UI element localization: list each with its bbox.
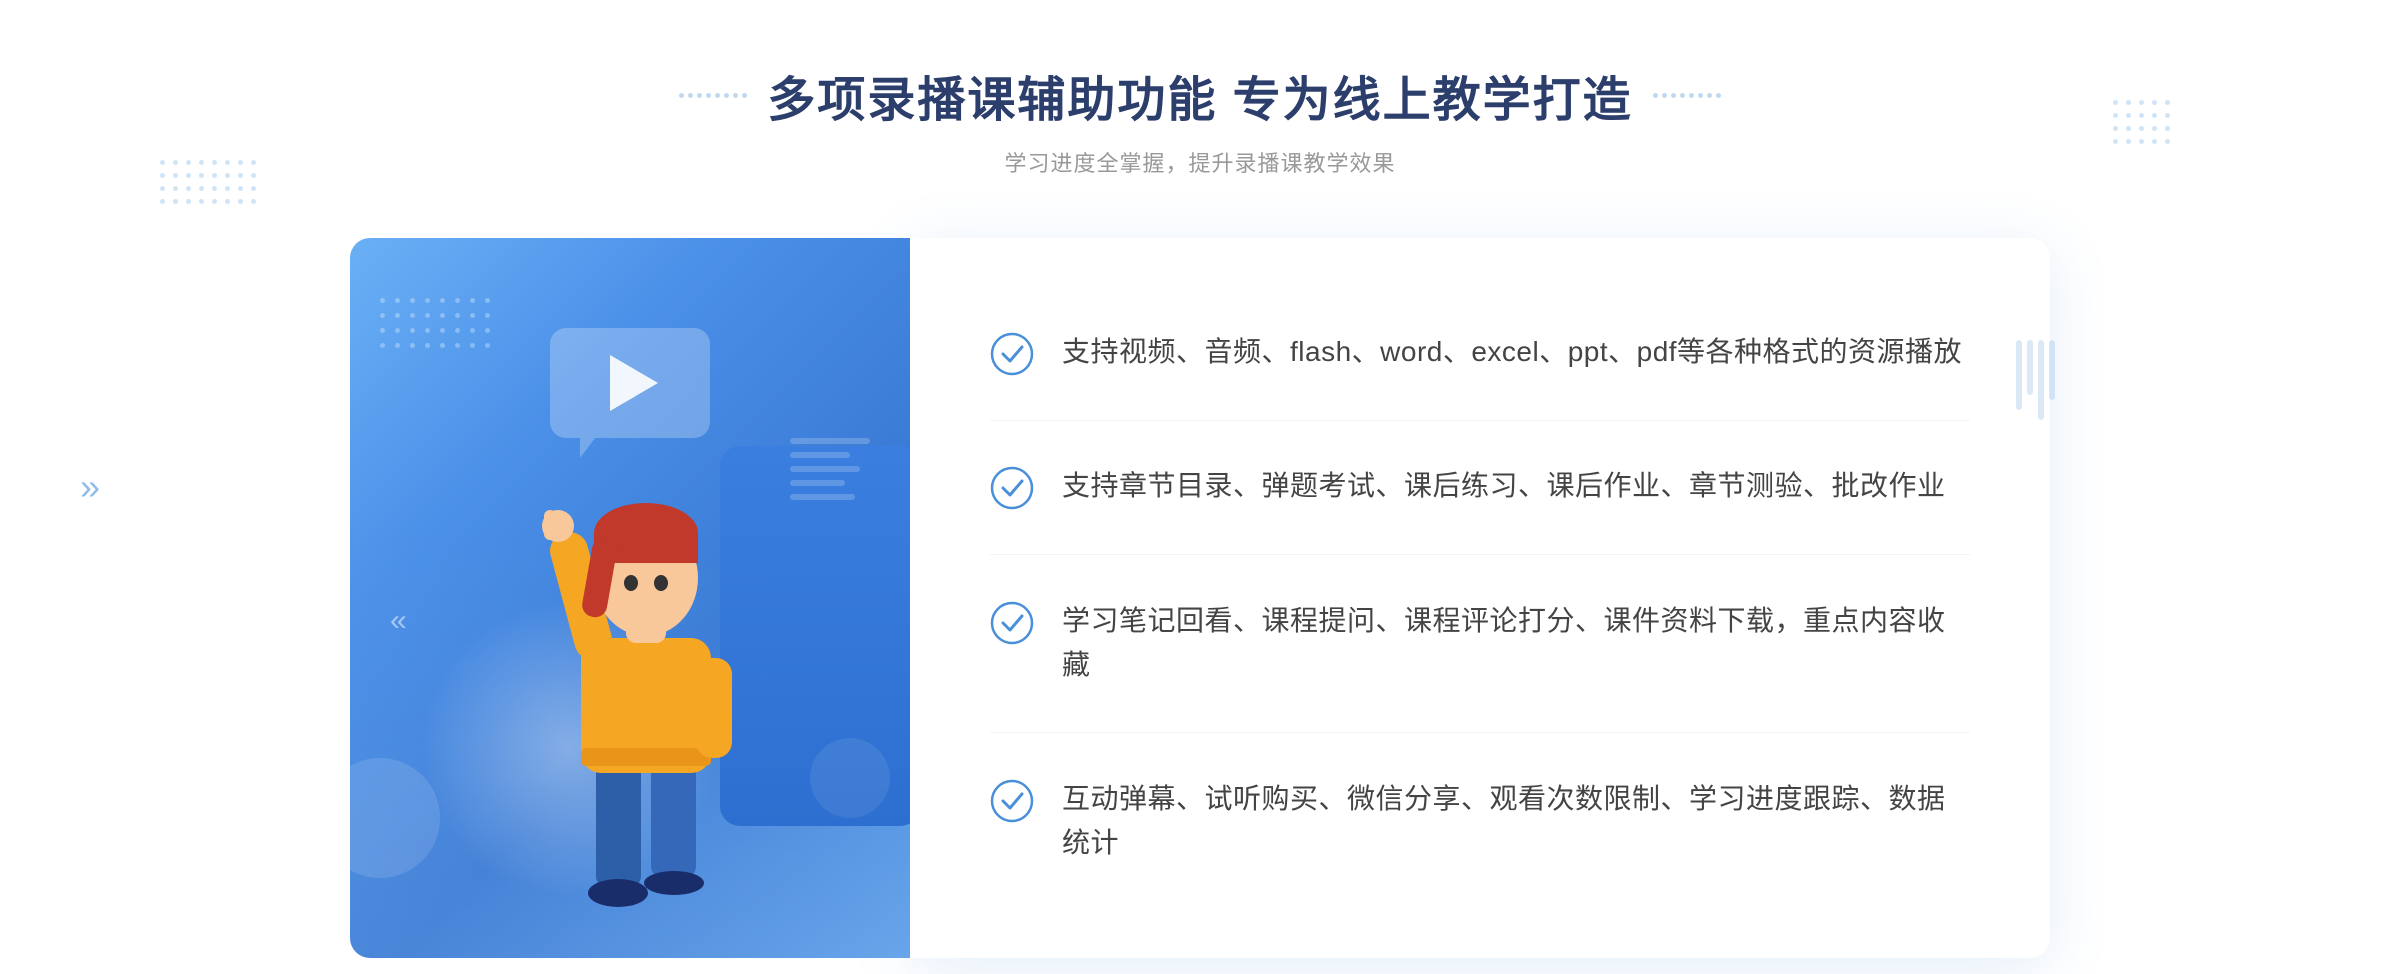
header-section: 多项录播课辅助功能 专为线上教学打造 学习进度全掌握，提升录播课教学效果 [679, 60, 1720, 178]
feature-divider-2 [990, 554, 1970, 555]
illustration-panel: « [350, 238, 910, 958]
feature-divider-1 [990, 420, 1970, 421]
feature-item-3: 学习笔记回看、课程提问、课程评论打分、课件资料下载，重点内容收藏 [990, 579, 1970, 709]
dot-decoration-left [160, 160, 256, 204]
arrow-deco: « [390, 604, 397, 638]
dot-decoration-right [2113, 100, 2170, 144]
dot-grid-overlay [380, 298, 490, 348]
stripe-decoration-right [2016, 340, 2055, 420]
feature-item-4: 互动弹幕、试听购买、微信分享、观看次数限制、学习进度跟踪、数据统计 [990, 757, 1970, 887]
content-area: « [350, 238, 2050, 958]
feature-divider-3 [990, 732, 1970, 733]
speech-bubble [550, 328, 710, 438]
chevron-left-icon: » [80, 466, 92, 508]
check-circle-icon-4 [990, 779, 1034, 823]
feature-item-2: 支持章节目录、弹题考试、课后练习、课后作业、章节测验、批改作业 [990, 444, 1970, 530]
page-container: » 多项录播课辅助功能 专为线上教学打造 学习进度全掌握，提升录播课教学效果 [0, 0, 2400, 974]
page-title: 多项录播课辅助功能 专为线上教学打造 [767, 60, 1632, 130]
feature-text-3: 学习笔记回看、课程提问、课程评论打分、课件资料下载，重点内容收藏 [1062, 599, 1970, 689]
deco-circle-2 [810, 738, 890, 818]
play-button-container [550, 328, 710, 438]
title-row: 多项录播课辅助功能 专为线上教学打造 [679, 60, 1720, 130]
check-circle-icon-3 [990, 601, 1034, 645]
feature-text-2: 支持章节目录、弹题考试、课后练习、课后作业、章节测验、批改作业 [1062, 464, 1946, 509]
page-subtitle: 学习进度全掌握，提升录播课教学效果 [679, 146, 1720, 178]
features-panel: 支持视频、音频、flash、word、excel、ppt、pdf等各种格式的资源… [910, 238, 2050, 958]
figure-illustration [486, 438, 806, 958]
check-circle-icon-1 [990, 332, 1034, 376]
title-decoration-left [679, 93, 747, 98]
feature-text-4: 互动弹幕、试听购买、微信分享、观看次数限制、学习进度跟踪、数据统计 [1062, 777, 1970, 867]
check-circle-icon-2 [990, 466, 1034, 510]
title-decoration-right [1653, 93, 1721, 98]
feature-text-1: 支持视频、音频、flash、word、excel、ppt、pdf等各种格式的资源… [1062, 330, 1962, 375]
feature-item-1: 支持视频、音频、flash、word、excel、ppt、pdf等各种格式的资源… [990, 310, 1970, 396]
play-icon [610, 355, 658, 411]
